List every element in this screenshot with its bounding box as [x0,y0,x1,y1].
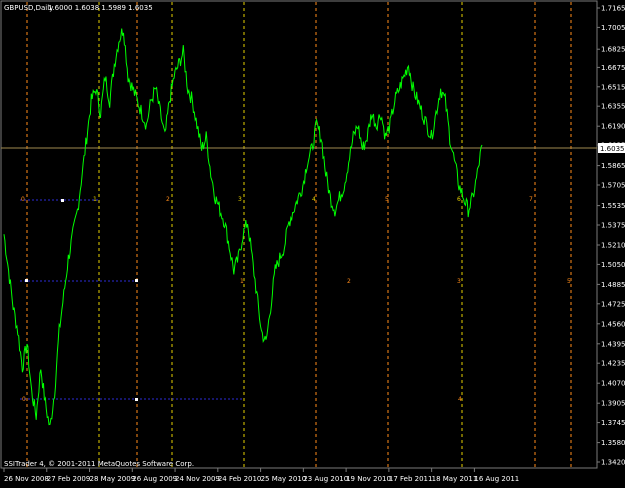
level-marker [61,199,64,202]
y-tick-label: 1.4885 [601,281,625,289]
secondary-cycle-label: 3 [457,278,461,285]
time-axis[interactable]: 26 Nov 200827 Feb 2009 28 May 200926 Aug … [3,468,519,483]
y-tick-label: 1.7165 [601,5,625,13]
y-tick-label: 1.5865 [601,162,625,170]
secondary-cycle-label: 0 [22,396,26,403]
y-tick-label: 1.5210 [601,242,625,250]
y-tick-label: 1.6190 [601,123,625,131]
level-marker [135,398,138,401]
x-tick-label: 25 May 2010 [261,475,307,483]
y-tick-label: 1.7005 [601,24,625,32]
secondary-cycle-label: 2 [347,278,351,285]
y-tick-label: 1.6515 [601,83,625,91]
current-price-label: 1.6035 [600,145,625,153]
level-marker [25,279,28,282]
chart-ohlc-label: 1.6000 1.6038 1.5989 1.6035 [48,4,153,12]
chart-area[interactable] [0,0,598,469]
cycle-label: 2 [166,196,170,203]
cycle-label: 4 [312,196,316,203]
x-tick-label: 26 Nov 2008 [4,475,49,483]
y-tick-label: 1.4235 [601,360,625,368]
y-tick-label: 1.6355 [601,103,625,111]
y-tick-label: 1.5050 [601,261,625,269]
copyright-label: SSITrader 4, © 2001-2011 MetaQuotes Soft… [4,460,194,468]
secondary-cycle-label: 5 [567,278,571,285]
cycle-label: 7 [529,196,533,203]
cycle-label: 0 [21,196,25,203]
x-tick-label: 27 Feb 2009 [47,475,91,483]
y-tick-label: 1.3905 [601,400,625,408]
y-tick-label: 1.5375 [601,221,625,229]
y-tick-label: 1.3420 [601,459,625,467]
y-tick-label: 1.4070 [601,380,625,388]
price-chart[interactable]: 0 1 2 3 4 5 6 7 0 1 2 3 4 5 GBPUSD,Daily 1.6000 1.60… [0,0,625,488]
y-tick-label: 1.6825 [601,46,625,54]
price-axis[interactable]: 1.7165 1.7005 1.6825 1.6675 1.6515 1.6355 1.61… [597,5,625,467]
x-tick-label: 28 May 2009 [90,475,136,483]
y-tick-label: 1.5705 [601,181,625,189]
y-tick-label: 1.3580 [601,439,625,447]
x-tick-label: 24 Nov 2009 [175,475,220,483]
y-tick-label: 1.4395 [601,340,625,348]
y-tick-label: 1.5535 [601,202,625,210]
cycle-label: 3 [238,196,242,203]
cycle-label: 5 [385,196,389,203]
y-tick-label: 1.4560 [601,320,625,328]
level-marker [135,279,138,282]
secondary-cycle-label: 4 [458,396,462,403]
x-tick-label: 26 Aug 2009 [132,475,177,483]
cycle-label: 6 [457,196,461,203]
y-tick-label: 1.3745 [601,419,625,427]
x-tick-label: 24 Feb 2010 [218,475,262,483]
cycle-label: 1 [93,196,97,203]
x-tick-label: 17 Feb 2011 [389,475,433,483]
secondary-cycle-label: 1 [240,278,244,285]
y-tick-label: 1.4725 [601,300,625,308]
x-tick-label: 23 Aug 2010 [303,475,348,483]
x-tick-label: 18 May 2011 [432,475,478,483]
x-tick-label: 19 Nov 2010 [346,475,391,483]
y-tick-label: 1.6675 [601,64,625,72]
chart-symbol-label: GBPUSD,Daily [4,4,53,12]
x-tick-label: 16 Aug 2011 [474,475,519,483]
